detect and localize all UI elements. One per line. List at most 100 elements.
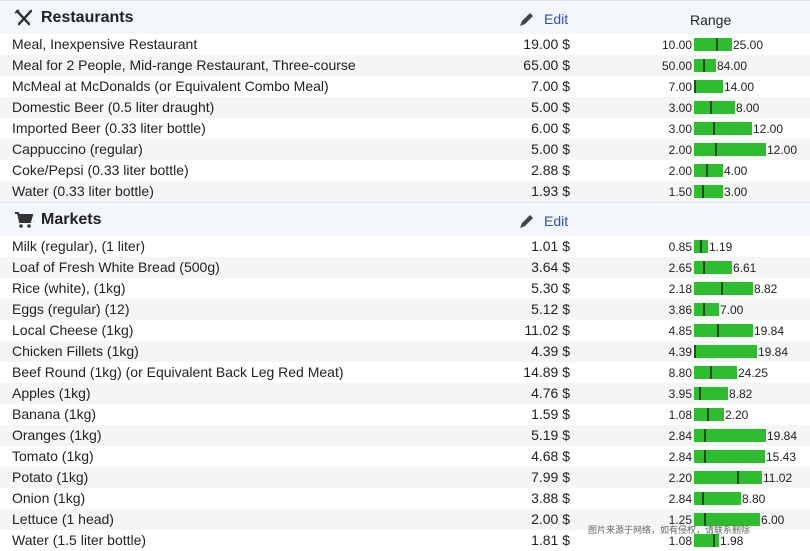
range-bar	[694, 164, 723, 177]
section-title: Markets	[41, 211, 102, 228]
item-name: Banana (1kg)	[12, 406, 97, 422]
range-max: 6.00	[761, 513, 785, 527]
range-max: 14.00	[724, 80, 755, 94]
table-row: Loaf of Fresh White Bread (500g) 3.64 $ 2.…	[0, 257, 810, 278]
range-marker	[703, 303, 705, 316]
range-marker	[694, 345, 696, 358]
item-name: Lettuce (1 head)	[12, 511, 114, 527]
item-name: Onion (1kg)	[12, 490, 86, 506]
range-bar	[694, 38, 732, 51]
range-min: 2.65	[668, 261, 692, 275]
cost-of-living-table: Restaurants Edit Range Meal, Inexpensive Re…	[0, 0, 810, 551]
item-price: 19.00 $	[523, 36, 570, 52]
range-max: 84.00	[717, 59, 748, 73]
range-max: 19.84	[754, 324, 785, 338]
range-marker	[710, 366, 712, 379]
range-bar	[694, 101, 735, 114]
range-bar	[694, 450, 765, 463]
table-row: Rice (white), (1kg) 5.30 $ 2.18 8.82	[0, 278, 810, 299]
item-name: Chicken Fillets (1kg)	[12, 343, 139, 359]
table-row: Coke/Pepsi (0.33 liter bottle) 2.88 $ 2.00…	[0, 160, 810, 181]
range-bar	[694, 387, 728, 400]
item-name: Water (0.33 liter bottle)	[12, 183, 154, 199]
table-row: Imported Beer (0.33 liter bottle) 6.00 $ 3…	[0, 118, 810, 139]
item-price: 1.81 $	[531, 532, 570, 548]
range-max: 12.00	[767, 143, 798, 157]
range-min: 3.95	[668, 387, 692, 401]
table-row: Water (0.33 liter bottle) 1.93 $ 1.50 3.00	[0, 181, 810, 202]
range-min: 1.08	[668, 534, 692, 548]
range-bar	[694, 429, 766, 442]
item-price: 4.68 $	[531, 448, 570, 464]
range-min: 7.00	[668, 80, 692, 94]
edit-button[interactable]: Edit	[518, 9, 568, 29]
range-min: 3.86	[668, 303, 692, 317]
table-row: McMeal at McDonalds (or Equivalent Combo…	[0, 76, 810, 97]
range-marker	[702, 185, 704, 198]
range-max: 8.82	[754, 282, 778, 296]
range-max: 11.02	[763, 471, 793, 485]
range-marker	[704, 450, 706, 463]
table-row: Local Cheese (1kg) 11.02 $ 4.85 19.84	[0, 320, 810, 341]
table-row: Chicken Fillets (1kg) 4.39 $ 4.39 19.84	[0, 341, 810, 362]
range-bar	[694, 282, 753, 295]
range-marker	[702, 492, 704, 505]
item-price: 7.00 $	[531, 78, 570, 94]
item-price: 65.00 $	[523, 57, 570, 73]
range-max: 2.20	[725, 408, 749, 422]
range-marker	[716, 38, 718, 51]
range-min: 0.85	[668, 240, 692, 254]
range-min: 8.80	[668, 366, 692, 380]
table-row: Tomato (1kg) 4.68 $ 2.84 15.43	[0, 446, 810, 467]
item-price: 5.19 $	[531, 427, 570, 443]
range-marker	[737, 471, 739, 484]
item-name: McMeal at McDonalds (or Equivalent Combo…	[12, 78, 329, 94]
table-row: Potato (1kg) 7.99 $ 2.20 11.02	[0, 467, 810, 488]
range-min: 2.00	[668, 143, 692, 157]
section-title: Restaurants	[41, 9, 134, 26]
range-min: 2.84	[668, 450, 692, 464]
item-name: Potato (1kg)	[12, 469, 89, 485]
range-min: 50.00	[661, 59, 692, 73]
item-price: 6.00 $	[531, 120, 570, 136]
range-max: 3.00	[724, 185, 748, 199]
item-name: Meal for 2 People, Mid-range Restaurant,…	[12, 57, 356, 73]
range-bar	[694, 80, 723, 93]
range-min: 10.00	[661, 38, 692, 52]
table-row: Banana (1kg) 1.59 $ 1.08 2.20	[0, 404, 810, 425]
range-max: 6.61	[733, 261, 757, 275]
section-header: Restaurants Edit Range	[0, 0, 810, 34]
range-bar	[694, 408, 724, 421]
table-row: Beef Round (1kg) (or Equivalent Back Leg…	[0, 362, 810, 383]
range-bar	[694, 345, 757, 358]
item-price: 5.00 $	[531, 99, 570, 115]
table-row: Meal for 2 People, Mid-range Restaurant,…	[0, 55, 810, 76]
range-min: 1.08	[668, 408, 692, 422]
item-name: Local Cheese (1kg)	[12, 322, 134, 338]
item-name: Rice (white), (1kg)	[12, 280, 126, 296]
watermark-text: 图片来源于网络，如有侵权，请联系删除	[588, 525, 751, 535]
range-min: 4.85	[668, 324, 692, 338]
table-row: Onion (1kg) 3.88 $ 2.84 8.80	[0, 488, 810, 509]
range-max: 15.43	[766, 450, 797, 464]
item-name: Cappuccino (regular)	[12, 141, 143, 157]
item-price: 1.01 $	[531, 238, 570, 254]
item-price: 3.64 $	[531, 259, 570, 275]
range-min: 2.18	[668, 282, 692, 296]
table-row: Milk (regular), (1 liter) 1.01 $ 0.85 1.19	[0, 236, 810, 257]
item-price: 2.00 $	[531, 511, 570, 527]
table-row: Domestic Beer (0.5 liter draught) 5.00 $ 3…	[0, 97, 810, 118]
range-min: 2.84	[668, 492, 692, 506]
range-max: 1.19	[709, 240, 733, 254]
range-max: 8.80	[742, 492, 766, 506]
fork-knife-icon	[14, 9, 34, 27]
edit-label: Edit	[544, 11, 569, 27]
item-price: 1.59 $	[531, 406, 570, 422]
range-marker	[706, 164, 708, 177]
edit-button[interactable]: Edit	[518, 211, 568, 231]
item-price: 1.93 $	[531, 183, 570, 199]
range-min: 2.84	[668, 429, 692, 443]
range-marker	[704, 429, 706, 442]
item-price: 4.76 $	[531, 385, 570, 401]
item-name: Imported Beer (0.33 liter bottle)	[12, 120, 206, 136]
